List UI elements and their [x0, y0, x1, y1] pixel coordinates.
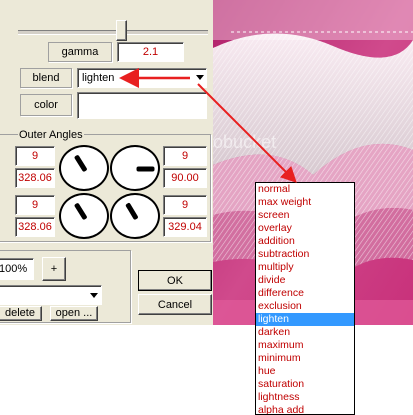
annotation-arrows — [119, 68, 297, 183]
arrow-to-dropdown — [197, 83, 297, 183]
